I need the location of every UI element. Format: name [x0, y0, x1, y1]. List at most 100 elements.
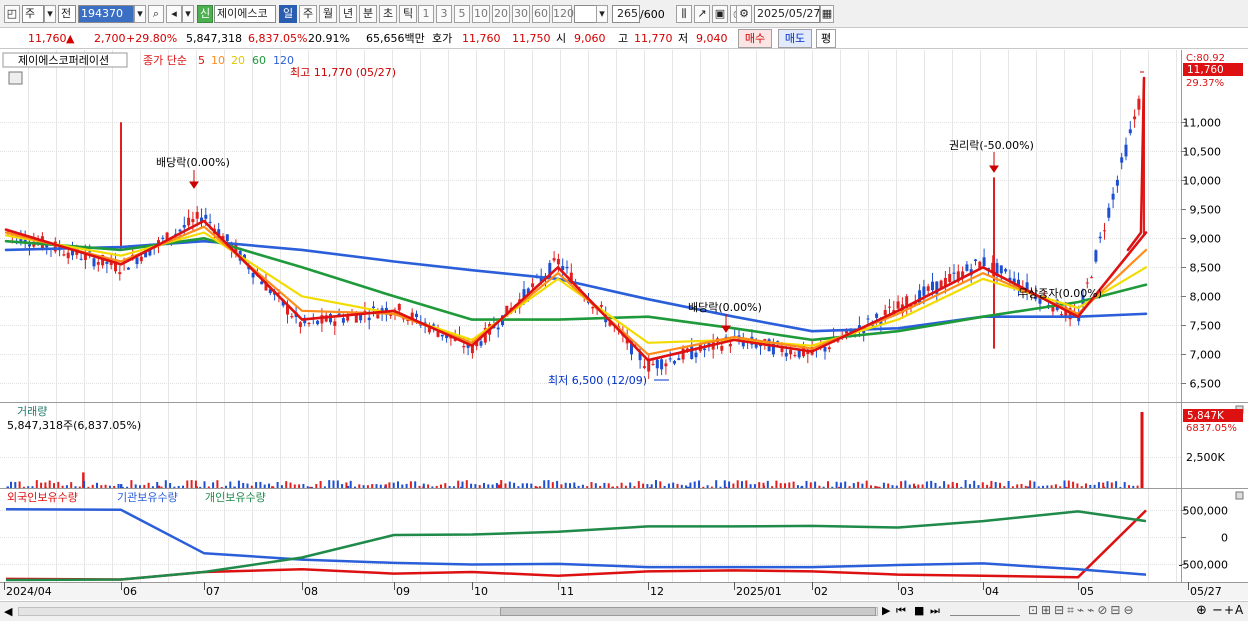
tab-day[interactable]: 일	[279, 5, 297, 23]
interval-20[interactable]: 20	[492, 5, 510, 23]
tab-year[interactable]: 년	[339, 5, 357, 23]
holdings-close-icon[interactable]	[1235, 491, 1244, 500]
volume-bar-small	[990, 480, 993, 488]
scroll-thumb[interactable]	[500, 607, 876, 616]
date-input[interactable]: 2025/05/27	[754, 5, 820, 23]
volume-bar-small	[242, 482, 245, 488]
all-select[interactable]: 전	[58, 5, 76, 23]
volume-bar-small	[220, 486, 223, 488]
interval-60[interactable]: 60	[532, 5, 550, 23]
zoom-out-icon[interactable]: −	[1212, 603, 1223, 618]
buy-button[interactable]: 매수	[738, 29, 772, 48]
scroll-right-icon[interactable]: ▶	[882, 604, 890, 617]
stop-icon[interactable]: ■	[914, 604, 924, 617]
volume-bar-small	[31, 486, 34, 488]
tab-week[interactable]: 주	[299, 5, 317, 23]
volume-bar-small	[126, 486, 129, 488]
volume-bar-small	[659, 481, 662, 488]
volume-bar-small	[1007, 481, 1010, 488]
interval-120[interactable]: 120	[552, 5, 574, 23]
calendar-icon[interactable]: ▦	[820, 5, 834, 23]
grid-toggle-icon[interactable]	[8, 71, 23, 85]
volume-bar-small	[160, 486, 163, 488]
draw-icon[interactable]: ↗	[694, 5, 710, 23]
volume-bar-small	[530, 483, 533, 488]
candle-body	[92, 258, 96, 267]
volume-bar-small	[1020, 483, 1023, 488]
volume-bar-small	[336, 480, 339, 488]
x-axis-label: 11	[560, 585, 574, 598]
volume-bar-small	[534, 485, 537, 488]
stock-name-field[interactable]: 제이에스코	[214, 5, 276, 23]
volume-bar-small	[1033, 481, 1036, 488]
candle-body	[926, 286, 930, 291]
data-count-input[interactable]: 265	[612, 5, 640, 23]
volume-bar-small	[938, 486, 941, 488]
eval-button[interactable]: 평	[816, 29, 836, 48]
candle-body	[479, 341, 483, 346]
tab-minute[interactable]: 분	[359, 5, 377, 23]
volume-bar-small	[650, 484, 653, 488]
high-annotation: 최고 11,770 (05/27)	[290, 66, 396, 79]
volume-bar-small	[1076, 483, 1079, 488]
tab-second[interactable]: 초	[379, 5, 397, 23]
candle-body	[367, 317, 371, 321]
volume-bar-small	[1016, 484, 1019, 488]
volume-bar-small	[745, 480, 748, 488]
volume-bar-small	[504, 483, 507, 488]
volume-bar-small	[728, 481, 731, 488]
first-icon[interactable]: ⏮	[896, 604, 906, 618]
gear-icon[interactable]: ⚙	[736, 5, 752, 23]
interval-5[interactable]: 5	[454, 5, 470, 23]
interval-10[interactable]: 10	[472, 5, 490, 23]
stock-name-label: 제이에스코퍼레이션	[18, 54, 109, 67]
volume-bar-small	[934, 482, 937, 488]
volume-bar-small	[345, 482, 348, 488]
zoom-in-icon[interactable]: ⊕	[1196, 603, 1207, 618]
candle-body	[79, 258, 83, 260]
interval-3[interactable]: 3	[436, 5, 452, 23]
volume-bar-small	[801, 485, 804, 488]
candle-body	[647, 360, 651, 372]
holdings-y-tick: -500,000	[1179, 559, 1228, 572]
candle-body	[896, 301, 900, 309]
dividend-annotation-1: 배당락(0.00%)	[156, 156, 230, 169]
volume-bar-small	[315, 483, 318, 488]
scroll-left-icon[interactable]: ◀	[4, 605, 12, 618]
chevron-down-icon[interactable]: ▾	[134, 5, 146, 23]
tab-month[interactable]: 월	[319, 5, 337, 23]
plus-icon[interactable]: +	[1224, 603, 1234, 617]
candle-body	[415, 313, 418, 318]
volume-bar-small	[293, 484, 296, 488]
speaker-icon[interactable]: ◂	[166, 5, 182, 23]
zoom-slider[interactable]	[950, 607, 1020, 616]
volume-bar-small	[409, 481, 412, 488]
volume-bar-small	[276, 482, 279, 488]
layout-icon[interactable]: ◰	[4, 5, 20, 23]
period-select[interactable]: 주	[22, 5, 44, 23]
chevron-down-icon[interactable]: ▾	[44, 5, 56, 23]
volume-bar-small	[792, 481, 795, 488]
candle-icon[interactable]: ⫼	[676, 5, 692, 23]
candle-body	[432, 324, 436, 326]
tab-tick[interactable]: 틱	[399, 5, 417, 23]
sell-button[interactable]: 매도	[778, 29, 812, 48]
last-icon[interactable]: ⏭	[930, 604, 940, 618]
chevron-down-icon[interactable]: ▾	[182, 5, 194, 23]
search-icon[interactable]: ⌕	[148, 5, 164, 23]
text-icon[interactable]: A	[1235, 603, 1243, 617]
volume-bar-small	[435, 485, 438, 488]
interval-30[interactable]: 30	[512, 5, 530, 23]
candle-body	[673, 361, 676, 364]
open-price: 9,060	[574, 32, 606, 45]
interval-1[interactable]: 1	[418, 5, 434, 23]
chevron-down-icon[interactable]: ▾	[596, 5, 608, 23]
volume-bar-small	[913, 483, 915, 488]
zoom-tools[interactable]: ⊡⊞⊟⌗⌁⌁⊘⊟⊖	[1028, 603, 1137, 618]
candle-body	[1137, 98, 1141, 110]
volume-bar-small	[861, 483, 864, 488]
price-y-tick: 8,500	[1190, 262, 1222, 275]
save-icon[interactable]: ▣	[712, 5, 728, 23]
volume-bar-small	[685, 485, 688, 488]
stock-code-input[interactable]: 194370	[78, 5, 134, 23]
